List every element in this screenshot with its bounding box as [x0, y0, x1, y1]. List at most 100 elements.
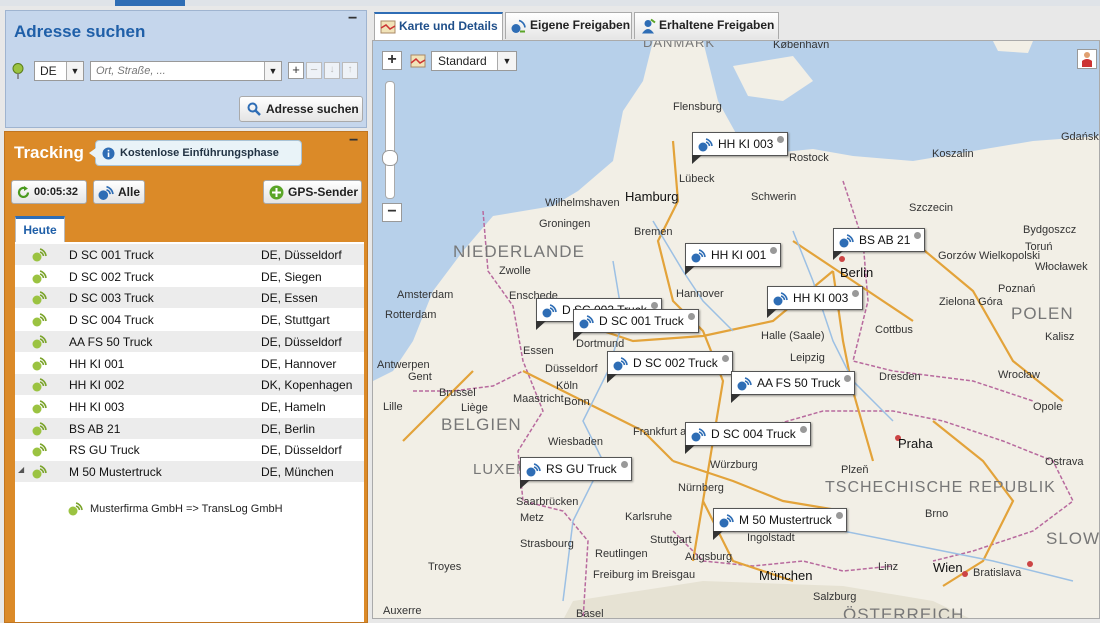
vehicle-location: DE, Düsseldorf — [261, 334, 342, 349]
collapse-tracking-icon[interactable]: − — [349, 133, 361, 149]
vehicle-row[interactable]: D SC 004 Truck DE, Stuttgart — [15, 309, 364, 330]
street-view-person-icon[interactable] — [1077, 49, 1097, 69]
tab-today[interactable]: Heute — [15, 216, 65, 242]
address-search-button[interactable]: Adresse suchen — [239, 96, 363, 122]
vehicle-name: BS AB 21 — [69, 421, 121, 436]
chevron-down-icon[interactable]: ▼ — [264, 62, 281, 80]
city-label: Gorzów Wielkopolski — [938, 250, 1041, 262]
marker-close-dot[interactable] — [777, 136, 785, 143]
vehicle-row[interactable]: D SC 003 Truck DE, Essen — [15, 287, 364, 309]
marker-close-dot[interactable] — [835, 512, 843, 519]
city-label: Linz — [878, 561, 899, 573]
city-label: Würzburg — [710, 459, 758, 471]
tab-map-details[interactable]: Karte und Details — [374, 12, 503, 41]
marker-close-dot[interactable] — [721, 355, 729, 362]
signal-icon — [526, 463, 541, 477]
vehicle-row[interactable]: HH KI 001 DE, Hannover — [15, 353, 364, 374]
vehicle-row[interactable]: ◢ M 50 Mustertruck DE, München — [15, 461, 364, 482]
country-label: POLEN — [1011, 304, 1074, 323]
vehicle-row[interactable]: D SC 002 Truck DE, Siegen — [15, 266, 364, 287]
collapse-address-icon[interactable]: − — [348, 11, 360, 27]
map-view[interactable]: NIEDERLANDE BELGIEN POLEN TSCHECHISCHE R… — [372, 40, 1100, 619]
zoom-slider-handle[interactable] — [382, 150, 398, 166]
signal-icon — [613, 357, 628, 371]
city-label: Hamburg — [625, 189, 679, 204]
vehicle-row[interactable]: AA FS 50 Truck DE, Düsseldorf — [15, 330, 364, 352]
tab-map-details-label: Karte und Details — [399, 19, 498, 33]
address-panel: Adresse suchen − DE ▼ Ort, Straße, ... ▼… — [5, 10, 367, 128]
city-label: Rotterdam — [385, 309, 437, 321]
gps-sender-button[interactable]: GPS-Sender — [263, 180, 362, 204]
tab-received-shares[interactable]: Erhaltene Freigaben — [634, 12, 779, 39]
vehicle-name: AA FS 50 Truck — [69, 334, 153, 349]
marker-close-dot[interactable] — [852, 290, 860, 297]
vehicle-marker[interactable]: HH KI 001 — [685, 243, 782, 275]
address-input[interactable]: Ort, Straße, ... ▼ — [90, 61, 282, 81]
vehicle-marker[interactable]: D SC 004 Truck — [685, 422, 811, 454]
vehicle-name: HH KI 002 — [69, 378, 125, 393]
refresh-timer-button[interactable]: 00:05:32 — [11, 180, 87, 204]
top-active-tab[interactable] — [115, 0, 185, 6]
city-label: Essen — [523, 345, 554, 357]
show-all-label: Alle — [118, 185, 141, 199]
vehicle-row[interactable]: RS GU Truck DE, Düsseldorf — [15, 439, 364, 460]
tab-own-shares[interactable]: Eigene Freigaben — [505, 12, 632, 39]
marker-close-dot[interactable] — [687, 313, 695, 320]
move-up-icon[interactable]: ↑ — [342, 62, 358, 79]
expand-triangle-icon[interactable]: ◢ — [18, 465, 24, 474]
marker-close-dot[interactable] — [844, 375, 852, 382]
vehicle-marker[interactable]: RS GU Truck — [520, 457, 632, 489]
marker-close-dot[interactable] — [799, 426, 807, 433]
vehicle-marker[interactable]: AA FS 50 Truck — [731, 371, 856, 403]
zoom-out-button[interactable]: − — [382, 203, 402, 222]
vehicle-location: DE, Essen — [261, 291, 318, 306]
vehicle-marker[interactable]: M 50 Mustertruck — [713, 508, 847, 540]
city-label: Koszalin — [932, 148, 974, 160]
vehicle-row[interactable]: BS AB 21 DE, Berlin — [15, 417, 364, 439]
shared-company-text: Musterfirma GmbH => TransLog GmbH — [90, 502, 283, 515]
city-label: Wien — [933, 560, 963, 575]
city-label: Nürnberg — [678, 482, 724, 494]
person-icon — [1082, 52, 1092, 67]
move-down-icon[interactable]: ↓ — [324, 62, 340, 79]
signal-icon — [32, 356, 47, 370]
signal-icon — [32, 465, 47, 479]
signal-icon — [98, 185, 114, 200]
signal-icon — [839, 234, 854, 248]
plus-circle-icon — [269, 185, 284, 200]
address-search-row: DE ▼ Ort, Straße, ... ▼ + − ↓ ↑ — [12, 61, 364, 83]
marker-close-dot[interactable] — [650, 302, 658, 309]
vehicle-marker[interactable]: HH KI 003 — [692, 132, 789, 164]
chevron-down-icon[interactable]: ▼ — [66, 62, 83, 80]
zoom-slider[interactable] — [385, 81, 395, 199]
vehicle-row[interactable]: HH KI 002 DK, Kopenhagen — [15, 374, 364, 396]
city-label: Wrocław — [998, 369, 1040, 381]
vehicle-name: M 50 Mustertruck — [69, 465, 162, 479]
signal-icon — [32, 269, 47, 284]
vehicle-marker[interactable]: D SC 001 Truck — [573, 309, 699, 341]
country-label: TSCHECHISCHE REPUBLIK — [825, 479, 1056, 496]
city-label: Düsseldorf — [545, 363, 598, 375]
signal-icon — [32, 248, 47, 262]
zoom-in-button[interactable]: + — [382, 51, 402, 70]
marker-close-dot[interactable] — [914, 232, 922, 239]
show-all-button[interactable]: Alle — [93, 180, 145, 204]
add-address-icon[interactable]: + — [288, 62, 304, 79]
marker-close-dot[interactable] — [620, 461, 628, 468]
tracking-panel: Tracking Kostenlose Einführungsphase − 0… — [4, 131, 368, 623]
vehicle-marker[interactable]: D SC 002 Truck — [607, 351, 733, 383]
vehicle-marker[interactable]: HH KI 003 — [767, 286, 864, 318]
marker-close-dot[interactable] — [770, 247, 778, 254]
remove-address-icon[interactable]: − — [306, 62, 322, 79]
country-select[interactable]: DE ▼ — [34, 61, 84, 81]
chevron-down-icon[interactable]: ▼ — [497, 52, 516, 70]
city-label: Groningen — [539, 218, 591, 230]
timer-value: 00:05:32 — [34, 186, 79, 198]
city-label: Dresden — [879, 371, 921, 383]
vehicle-row[interactable]: HH KI 003 DE, Hameln — [15, 396, 364, 417]
city-label: Bonn — [564, 396, 590, 408]
vehicle-row[interactable]: D SC 001 Truck DE, Düsseldorf — [15, 244, 364, 265]
map-type-select[interactable]: Standard ▼ — [431, 51, 517, 71]
vehicle-marker[interactable]: BS AB 21 — [833, 228, 926, 260]
vehicle-location: DE, Siegen — [261, 269, 322, 284]
